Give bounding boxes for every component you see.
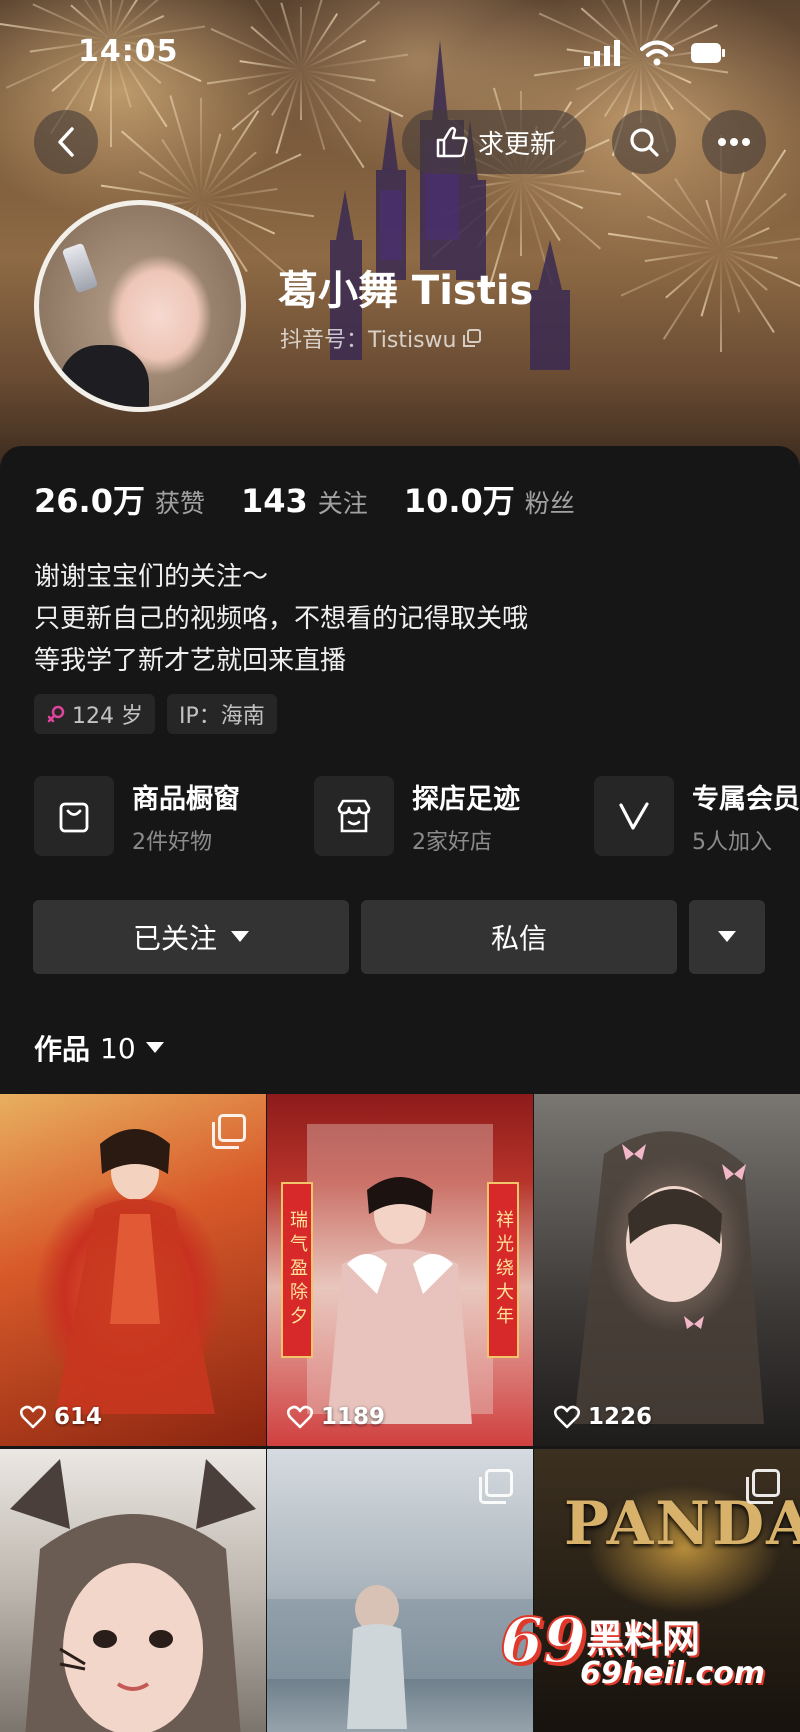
works-label: 作品: [34, 1033, 91, 1066]
age-tag: 124 岁: [34, 694, 155, 734]
request-update-button[interactable]: 求更新: [402, 110, 586, 174]
video-likes-count: 1226: [588, 1404, 653, 1430]
video-thumbnail: [10, 1459, 256, 1732]
ip-tag-text: IP：海南: [179, 704, 265, 729]
followed-button[interactable]: 已关注: [33, 900, 349, 974]
battery-icon: [691, 43, 725, 63]
avatar[interactable]: [34, 200, 246, 412]
profile-banner: 14:05 求更新 葛小舞 Tistis 抖音号：Tistiswu: [0, 0, 800, 470]
stat-fans[interactable]: 10.0万 粉丝: [404, 476, 575, 522]
status-bar: 14:05: [0, 0, 800, 100]
stat-fans-value: 10.0万: [403, 482, 515, 520]
ip-tag: IP：海南: [167, 694, 277, 734]
stat-likes[interactable]: 26.0万 获赞: [34, 476, 205, 522]
request-update-label: 求更新: [477, 129, 556, 160]
stat-following[interactable]: 143 关注: [241, 482, 368, 520]
search-icon: [630, 128, 659, 157]
feature-vip-title: 专属会员: [692, 783, 800, 815]
watermark-logo-number: 69: [499, 1603, 587, 1678]
feature-shop-title: 商品橱窗: [132, 783, 240, 815]
couplet-right-text: 祥光绕大年: [493, 1210, 514, 1330]
watermark-logo-text: 黑料网: [586, 1617, 701, 1661]
caret-down-icon: [231, 931, 249, 942]
stat-following-label: 关注: [317, 489, 368, 518]
more-actions-button[interactable]: [689, 900, 765, 974]
profile-panel: 26.0万 获赞 143 关注 10.0万 粉丝 谢谢宝宝们的关注～ 只更新自己…: [0, 446, 800, 1732]
video-thumbnail: [574, 1131, 764, 1424]
wifi-icon: [640, 40, 674, 66]
video-tile[interactable]: [267, 1449, 533, 1732]
video-likes-count: 1189: [321, 1404, 386, 1430]
caret-down-icon: [145, 1042, 164, 1053]
douyin-id[interactable]: 抖音号：Tistiswu: [280, 322, 482, 354]
copy-icon[interactable]: [462, 328, 482, 348]
search-button[interactable]: [612, 110, 676, 174]
works-tab[interactable]: 作品 10: [34, 1028, 164, 1068]
multi-image-icon: [479, 1469, 513, 1504]
heart-icon: [287, 1405, 313, 1429]
couplet-left: 瑞气盈除夕: [281, 1182, 313, 1358]
couplet-left-text: 瑞气盈除夕: [287, 1210, 308, 1330]
stat-likes-label: 获赞: [154, 489, 205, 518]
multi-image-icon: [746, 1469, 780, 1504]
message-label: 私信: [490, 922, 547, 955]
video-tile[interactable]: 614: [0, 1094, 266, 1446]
heart-icon: [20, 1405, 46, 1429]
works-count: 10: [100, 1031, 136, 1065]
vip-icon: [594, 776, 674, 856]
action-buttons: 已关注 私信: [33, 900, 765, 974]
stat-fans-label: 粉丝: [524, 489, 575, 518]
stat-likes-value: 26.0万: [34, 482, 145, 520]
female-icon: [47, 705, 65, 723]
video-tile[interactable]: 1226: [534, 1094, 800, 1446]
video-likes-count: 614: [54, 1404, 103, 1430]
more-options-button[interactable]: [702, 110, 766, 174]
more-dots-icon: [718, 138, 750, 146]
feature-shop-sub: 2件好物: [132, 829, 212, 855]
stat-following-value: 143: [240, 482, 308, 520]
video-likes: 614: [20, 1404, 102, 1430]
stats-row: 26.0万 获赞 143 关注 10.0万 粉丝: [34, 476, 611, 522]
pointing-hand-icon: [436, 126, 468, 158]
video-tile[interactable]: 瑞气盈除夕 祥光绕大年 1189: [267, 1094, 533, 1446]
feature-store-visits[interactable]: 探店足迹 2家好店: [314, 776, 594, 856]
back-button[interactable]: [34, 110, 98, 174]
bio-line: 只更新自己的视频咯，不想看的记得取关哦: [34, 604, 529, 634]
feature-vip[interactable]: 专属会员 5人加入: [594, 776, 800, 856]
heart-icon: [554, 1405, 580, 1429]
message-button[interactable]: 私信: [361, 900, 677, 974]
bio-line: 谢谢宝宝们的关注～: [34, 562, 269, 592]
age-tag-text: 124 岁: [72, 704, 143, 729]
multi-image-icon: [212, 1114, 246, 1149]
signal-icon: [584, 40, 620, 66]
video-likes: 1189: [287, 1404, 385, 1430]
chevron-left-icon: [58, 127, 74, 157]
feature-store-title: 探店足迹: [412, 783, 520, 815]
feature-shop-window[interactable]: 商品橱窗 2件好物: [34, 776, 314, 856]
bio: 谢谢宝宝们的关注～ 只更新自己的视频咯，不想看的记得取关哦 等我学了新才艺就回来…: [34, 556, 528, 682]
store-icon: [314, 776, 394, 856]
bio-line: 等我学了新才艺就回来直播: [34, 646, 347, 676]
site-watermark: 69 黑料网 69heil.com: [499, 1602, 780, 1698]
profile-name: 葛小舞 Tistis: [278, 268, 534, 314]
followed-label: 已关注: [132, 922, 217, 955]
watermark-url: 69heil.com: [580, 1656, 766, 1691]
feature-entries: 商品橱窗 2件好物 探店足迹 2家好店 专属会员 5人加入: [34, 776, 800, 856]
video-likes: 1226: [554, 1404, 652, 1430]
feature-vip-sub: 5人加入: [692, 829, 772, 855]
status-time: 14:05: [78, 34, 179, 69]
feature-store-sub: 2家好店: [412, 829, 492, 855]
caret-down-icon: [718, 931, 736, 942]
profile-tags: 124 岁 IP：海南: [34, 694, 277, 734]
douyin-id-text: 抖音号：Tistiswu: [280, 328, 457, 353]
couplet-right: 祥光绕大年: [487, 1182, 519, 1358]
video-tile[interactable]: [0, 1449, 266, 1732]
shopping-bag-icon: [34, 776, 114, 856]
